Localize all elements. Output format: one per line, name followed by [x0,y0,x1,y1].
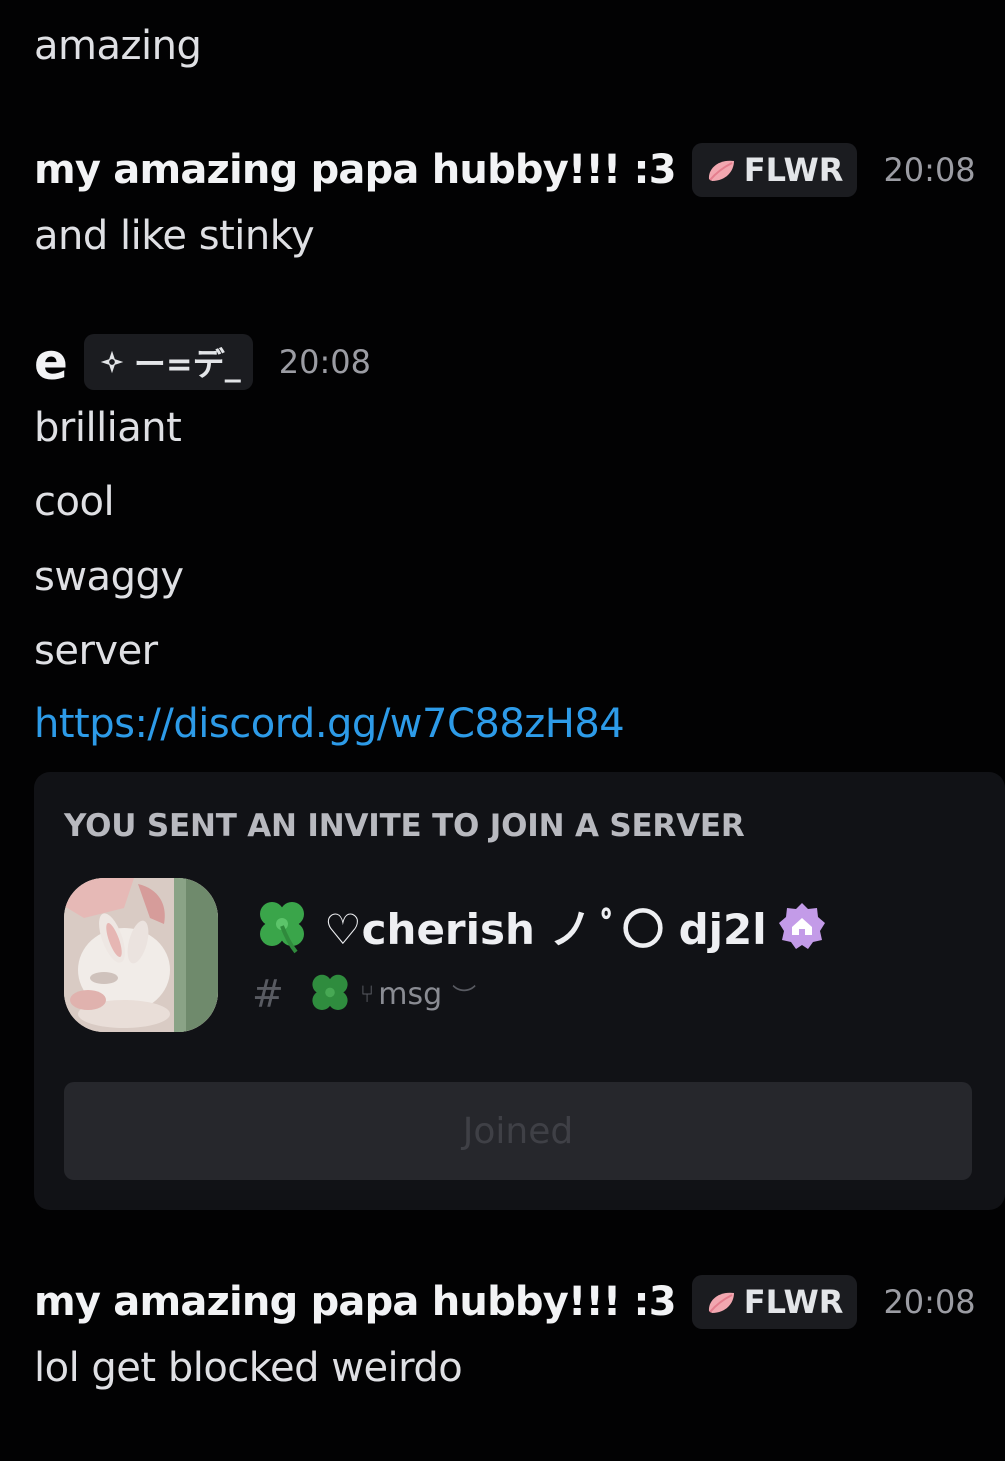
server-avatar-image [64,878,218,1032]
channel-hash-icon: # [252,972,284,1016]
clan-tag[interactable]: FLWR [691,143,858,197]
message-line: server [34,628,158,674]
message-line: cool [34,479,115,525]
channel-name: msg [378,976,443,1012]
message-timestamp: 20:08 [883,1283,976,1321]
invite-heading: YOU SENT AN INVITE TO JOIN A SERVER [64,808,745,844]
sparkle-icon [100,350,124,374]
channel-decoration: ︶ [452,982,477,1011]
invite-link[interactable]: https://discord.gg/w7C88zH84 [34,700,625,748]
clan-tag[interactable]: ー=デ_ [83,334,253,390]
petal-icon [708,160,734,181]
message-line: amazing [34,23,202,69]
petal-icon [708,1292,734,1313]
clan-tag[interactable]: FLWR [691,1275,858,1329]
server-name: ♡cherish ノ ﾟ〇 dj2l [324,904,767,954]
server-icon[interactable] [64,878,218,1032]
community-badge-icon [778,903,825,949]
username[interactable]: my amazing papa hubby!!! :3 [34,147,677,193]
clover-icon [260,902,304,954]
username[interactable]: my amazing papa hubby!!! :3 [34,1279,677,1325]
message-header: my amazing papa hubby!!! :3 FLWR 20:08 [34,138,976,202]
message-timestamp: 20:08 [278,343,371,381]
message-line: swaggy [34,554,184,600]
channel-prefix: ⑂ [359,980,375,1008]
message-header: my amazing papa hubby!!! :3 FLWR 20:08 [34,1270,976,1334]
joined-button[interactable]: Joined [64,1082,972,1180]
invite-card: YOU SENT AN INVITE TO JOIN A SERVER ♡che… [34,772,1005,1210]
message-header: e ー=デ_ 20:08 [34,330,371,394]
message-timestamp: 20:08 [883,151,976,189]
message-line: and like stinky [34,213,315,259]
clover-icon [312,974,348,1010]
username[interactable]: e [34,333,68,391]
message-line: brilliant [34,405,182,451]
message-line: lol get blocked weirdo [34,1345,463,1391]
clan-tag-label: ー=デ_ [133,345,241,383]
clan-tag-label: FLWR [743,151,844,189]
server-channel-row: # ⑂ msg ︶ [252,968,476,1020]
server-name-row[interactable]: ♡cherish ノ ﾟ〇 dj2l [252,894,827,958]
clan-tag-label: FLWR [743,1283,844,1321]
